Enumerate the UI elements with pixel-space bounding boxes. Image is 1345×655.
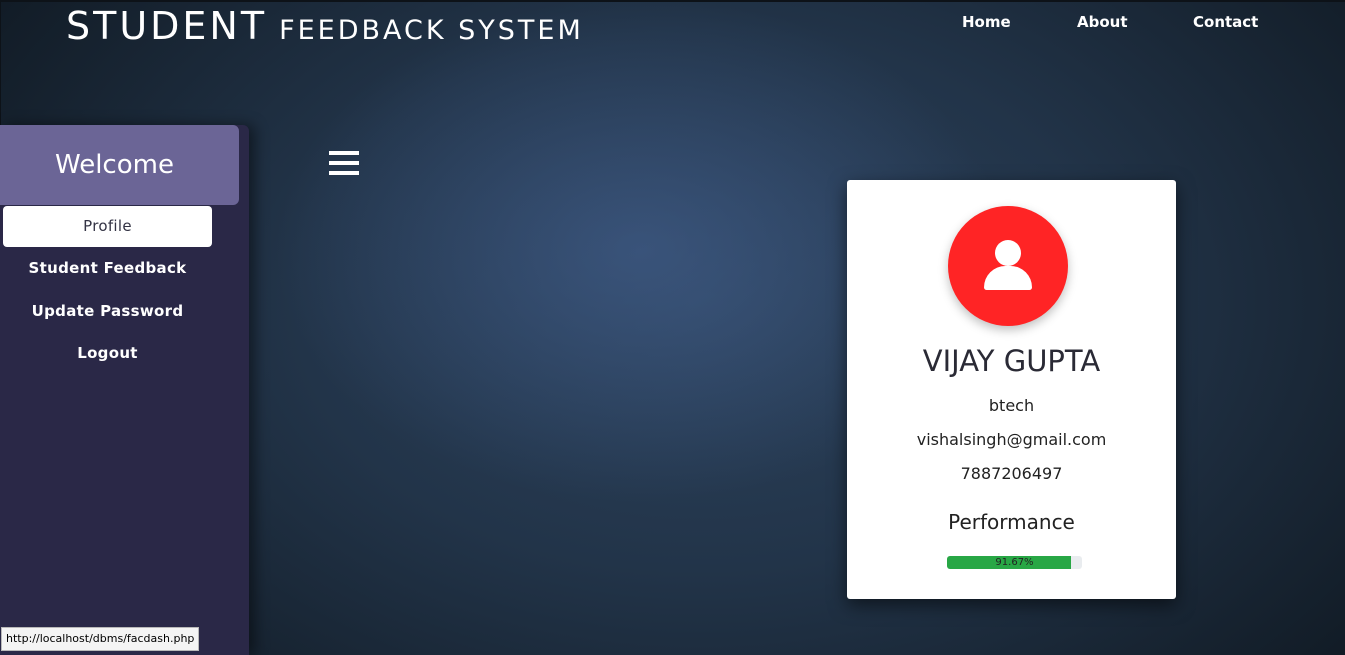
hamburger-menu-icon[interactable]	[329, 151, 359, 175]
sidebar-welcome-header: Welcome	[0, 125, 239, 205]
sidebar-item-logout[interactable]: Logout	[3, 333, 212, 374]
performance-progress-bar: 91.67%	[947, 556, 1082, 569]
sidebar-item-student-feedback[interactable]: Student Feedback	[3, 248, 212, 289]
user-avatar-icon	[948, 206, 1068, 326]
nav-about-link[interactable]: About	[1077, 13, 1128, 31]
profile-course: btech	[988, 396, 1035, 415]
profile-email: vishalsingh@gmail.com	[916, 430, 1107, 449]
profile-phone: 7887206497	[960, 464, 1063, 483]
nav-contact-link[interactable]: Contact	[1193, 13, 1258, 31]
profile-card: VIJAY GUPTA btech vishalsingh@gmail.com …	[847, 180, 1176, 599]
sidebar: Welcome Profile Student Feedback Update …	[0, 125, 249, 655]
performance-title: Performance	[948, 510, 1075, 534]
nav-home-link[interactable]: Home	[962, 13, 1011, 31]
status-bar-url: http://localhost/dbms/facdash.php	[1, 627, 200, 651]
brand-main-text: STUDENT	[66, 4, 268, 48]
sidebar-item-profile[interactable]: Profile	[3, 206, 212, 247]
site-logo[interactable]: STUDENT FEEDBACK SYSTEM	[66, 4, 584, 48]
brand-sub-text: FEEDBACK SYSTEM	[279, 15, 584, 46]
performance-progress-label: 91.67%	[995, 557, 1034, 568]
sidebar-item-update-password[interactable]: Update Password	[3, 291, 212, 332]
profile-name: VIJAY GUPTA	[922, 344, 1101, 378]
